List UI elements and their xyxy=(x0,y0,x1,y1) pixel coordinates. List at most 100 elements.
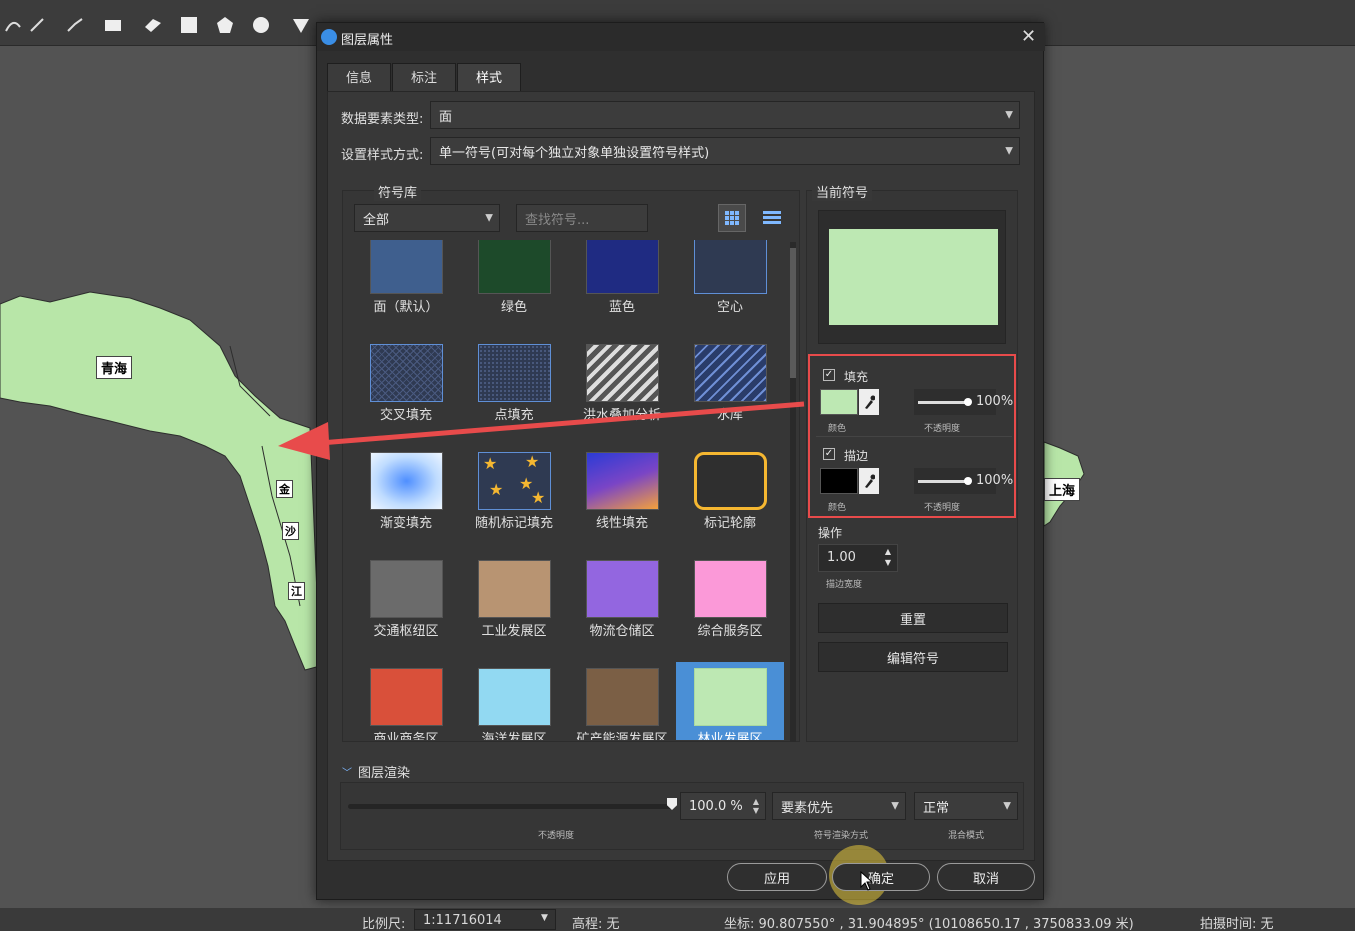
fill-eyedropper-icon[interactable] xyxy=(859,389,879,415)
coordinate-readout: 坐标: 90.807550° , 31.904895° (10108650.17… xyxy=(724,917,1134,931)
fill-opacity-handle[interactable] xyxy=(964,398,972,406)
stroke-opacity-value: 100% xyxy=(976,473,1014,488)
stroke-opacity-handle[interactable] xyxy=(964,477,972,485)
fill-checkbox[interactable]: ✓ xyxy=(823,369,835,381)
stroke-checkbox[interactable]: ✓ xyxy=(823,448,835,460)
dialog-title: 图层属性 xyxy=(341,33,394,48)
close-icon[interactable]: ✕ xyxy=(1021,26,1036,47)
symbol-search-input[interactable]: 查找符号... xyxy=(516,204,648,232)
grid-view-icon[interactable] xyxy=(718,204,746,232)
layer-opacity-slider[interactable] xyxy=(348,804,674,809)
symbol-item[interactable]: 面（默认） xyxy=(352,240,460,338)
render-order-caption: 符号渲染方式 xyxy=(814,831,869,841)
symbol-item[interactable]: 绿色 xyxy=(460,240,568,338)
render-order-select[interactable]: 要素优先 ▼ xyxy=(772,792,906,820)
symbol-label: 交通枢纽区 xyxy=(373,624,439,639)
blend-mode-select[interactable]: 正常 ▼ xyxy=(914,792,1018,820)
polyline-tool-icon[interactable] xyxy=(62,12,88,38)
tab-style[interactable]: 样式 xyxy=(457,63,521,93)
symbol-filter-select[interactable]: 全部 ▼ xyxy=(354,204,500,232)
symbol-filter-value: 全部 xyxy=(363,212,390,228)
symbol-item[interactable]: 洪水叠加分析 xyxy=(568,338,676,446)
freeform-polygon-tool-icon[interactable] xyxy=(140,12,166,38)
symbol-item[interactable]: 交叉填充 xyxy=(352,338,460,446)
symbol-swatch xyxy=(586,240,659,294)
symbol-item[interactable]: 线性填充 xyxy=(568,446,676,554)
edit-symbol-button[interactable]: 编辑符号 xyxy=(818,642,1008,672)
symbol-item[interactable]: 林业发展区 xyxy=(676,662,784,740)
symbol-swatch xyxy=(370,668,443,726)
symbol-item[interactable]: 交通枢纽区 xyxy=(352,554,460,662)
symbol-swatch: ★ ★ ★ ★ ★ xyxy=(478,452,551,510)
symbol-swatch xyxy=(370,452,443,510)
chevron-down-icon: ▼ xyxy=(1005,145,1013,157)
spinner-arrows-icon[interactable]: ▲ ▼ xyxy=(753,797,759,815)
symbol-item[interactable]: 蓝色 xyxy=(568,240,676,338)
layer-opacity-input[interactable]: 100.0 % ▲ ▼ xyxy=(680,792,766,820)
rectangle-tool-icon[interactable] xyxy=(100,12,126,38)
tab-info[interactable]: 信息 xyxy=(327,63,391,93)
line-tool-icon[interactable] xyxy=(24,12,50,38)
chevron-down-icon: ▼ xyxy=(891,800,899,812)
list-view-icon[interactable] xyxy=(758,204,786,232)
style-mode-select[interactable]: 单一符号(可对每个独立对象单独设置符号样式) ▼ xyxy=(430,137,1020,165)
stroke-color-caption: 颜色 xyxy=(828,503,847,513)
symbol-label: 线性填充 xyxy=(595,516,648,531)
fill-opacity-control[interactable]: 100% xyxy=(914,389,1013,415)
dialog-titlebar[interactable]: 图层属性 ✕ xyxy=(317,23,1045,51)
square-tool-icon[interactable] xyxy=(176,12,202,38)
symbol-item[interactable]: 空心 xyxy=(676,240,784,338)
stroke-width-value: 1.00 xyxy=(827,550,856,565)
stroke-opacity-slider[interactable] xyxy=(918,480,966,483)
status-bar: 比例尺: 1:11716014 ▼ 高程: 无 坐标: 90.807550° ,… xyxy=(0,908,1355,931)
scale-value: 1:11716014 xyxy=(423,913,502,928)
symbol-swatch xyxy=(694,240,767,294)
symbol-swatch xyxy=(478,344,551,402)
map-label-jin: 金 xyxy=(276,480,293,498)
spinner-arrows-icon[interactable]: ▲ ▼ xyxy=(885,546,891,568)
symbol-item[interactable]: 综合服务区 xyxy=(676,554,784,662)
symbol-swatch xyxy=(370,344,443,402)
cancel-button[interactable]: 取消 xyxy=(937,863,1035,891)
apply-button[interactable]: 应用 xyxy=(727,863,827,891)
tab-label[interactable]: 标注 xyxy=(392,63,456,93)
fill-opacity-slider[interactable] xyxy=(918,401,966,404)
chevron-down-icon[interactable]: ﹀ xyxy=(342,764,352,779)
symbol-preview xyxy=(829,229,998,325)
symbol-item[interactable]: 标记轮廓 xyxy=(676,446,784,554)
symbol-swatch xyxy=(694,452,767,510)
stroke-eyedropper-icon[interactable] xyxy=(859,468,879,494)
symbol-item[interactable]: 渐变填充 xyxy=(352,446,460,554)
circle-tool-icon[interactable] xyxy=(248,12,274,38)
layer-render-title: 图层渲染 xyxy=(358,766,411,781)
feature-type-select[interactable]: 面 ▼ xyxy=(430,101,1020,129)
svg-text:★: ★ xyxy=(531,488,545,507)
stroke-opacity-control[interactable]: 100% xyxy=(914,468,1013,494)
symbol-item[interactable]: 海洋发展区 xyxy=(460,662,568,740)
symbol-label: 绿色 xyxy=(500,300,527,315)
symbol-item[interactable]: 物流仓储区 xyxy=(568,554,676,662)
fill-color-swatch[interactable] xyxy=(820,389,858,415)
cone-tool-icon[interactable] xyxy=(288,12,314,38)
symbol-item[interactable]: 水库 xyxy=(676,338,784,446)
symbol-swatch xyxy=(586,668,659,726)
scale-select[interactable]: 1:11716014 ▼ xyxy=(414,909,556,930)
symbol-swatch xyxy=(478,668,551,726)
stroke-color-swatch[interactable] xyxy=(820,468,858,494)
symbol-scrollbar[interactable] xyxy=(790,242,796,742)
symbol-swatch xyxy=(586,452,659,510)
symbol-swatch xyxy=(478,560,551,618)
symbol-item[interactable]: ★ ★ ★ ★ ★ 随机标记填充 xyxy=(460,446,568,554)
symbol-item[interactable]: 工业发展区 xyxy=(460,554,568,662)
symbol-item[interactable]: 商业商务区 xyxy=(352,662,460,740)
curve-tool-icon[interactable] xyxy=(0,12,26,38)
ok-button[interactable]: 确定 xyxy=(832,863,930,891)
symbol-item[interactable]: 点填充 xyxy=(460,338,568,446)
reset-button[interactable]: 重置 xyxy=(818,603,1008,633)
symbol-item[interactable]: 矿产能源发展区 xyxy=(568,662,676,740)
fill-color-caption: 颜色 xyxy=(828,424,847,434)
stroke-width-input[interactable]: 1.00 ▲ ▼ xyxy=(818,544,898,572)
chevron-down-icon: ▼ xyxy=(485,212,493,224)
pentagon-tool-icon[interactable] xyxy=(212,12,238,38)
map-label-sha: 沙 xyxy=(282,522,299,540)
